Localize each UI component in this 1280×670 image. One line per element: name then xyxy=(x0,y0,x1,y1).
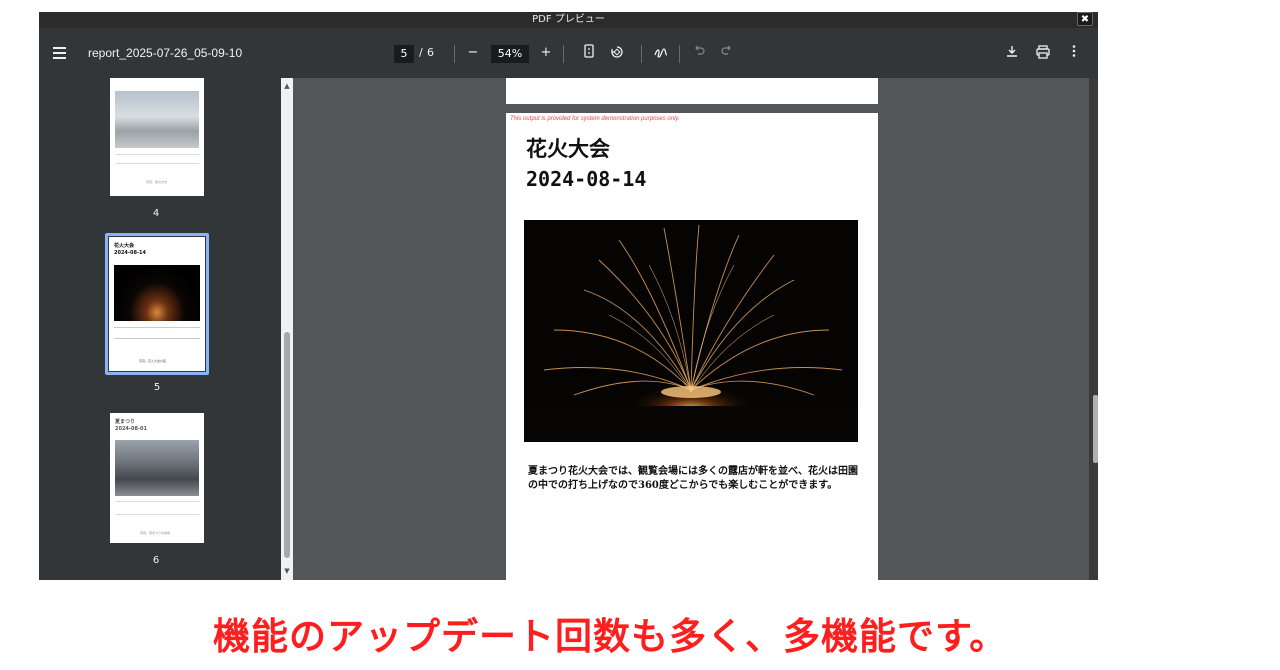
thumbnail-page-5[interactable]: 花火大会 2024-08-14 写真：花火大会の夜 xyxy=(109,237,205,371)
viewer-scrollbar-thumb[interactable] xyxy=(1093,395,1098,463)
pdf-viewer: This output is provided for system demon… xyxy=(293,78,1098,580)
thumbnail-title: 夏まつり xyxy=(115,419,136,425)
thumbnail-title: 2025-07-29 xyxy=(115,78,147,80)
rotate-icon[interactable] xyxy=(608,44,626,62)
page-body-text: 夏まつり花火大会では、観覧会場には多くの露店が軒を並べ、花火は田園の中での打ち上… xyxy=(528,466,858,491)
print-icon[interactable] xyxy=(1034,44,1052,62)
page-date: 2024-08-14 xyxy=(526,167,647,191)
more-vert-icon[interactable] xyxy=(1065,44,1083,62)
total-pages: 6 xyxy=(427,46,434,59)
pdf-preview-window: PDF プレビュー report_2025-07-26_05-09-10 5 /… xyxy=(39,12,1098,580)
viewer-scrollbar[interactable] xyxy=(1089,78,1098,580)
thumbnail-number: 4 xyxy=(152,208,160,219)
previous-page xyxy=(506,78,878,104)
watermark-text: This output is provided for system demon… xyxy=(510,116,680,122)
thumbnail-date: 2024-08-01 xyxy=(115,426,147,432)
window-title: PDF プレビュー xyxy=(39,12,1098,28)
download-icon[interactable] xyxy=(1003,44,1021,62)
thumbnail-text xyxy=(115,154,199,164)
page-number-input[interactable]: 5 xyxy=(394,45,414,63)
toolbar-divider xyxy=(454,45,455,63)
current-page: This output is provided for system demon… xyxy=(506,113,878,580)
undo-icon[interactable] xyxy=(690,44,708,62)
thumbnail-footer: 写真：夏まつりの会場 xyxy=(140,531,171,535)
thumbnail-photo xyxy=(115,440,199,496)
zoom-in-button[interactable]: + xyxy=(537,44,555,62)
caption-text: 機能のアップデート回数も多く、多機能です。 xyxy=(213,615,1008,658)
thumbnail-date: 2024-08-14 xyxy=(114,250,146,256)
thumbnail-photo xyxy=(115,91,199,148)
toolbar-divider xyxy=(563,45,564,63)
thumbnail-text xyxy=(115,501,199,515)
thumbnail-footer: 写真：夏の夕方 xyxy=(146,180,168,184)
zoom-input[interactable]: 54% xyxy=(491,45,529,63)
thumbnail-sidebar: 2025-07-29 写真：夏の夕方 4 花火大会 2024-08-14 写真：… xyxy=(39,78,281,580)
thumbnail-number: 5 xyxy=(153,382,161,393)
thumbnail-photo xyxy=(114,265,200,321)
page-separator: / xyxy=(419,46,423,59)
toolbar-divider xyxy=(641,45,642,63)
scroll-down-icon[interactable]: ▼ xyxy=(283,567,291,575)
toolbar-divider xyxy=(679,45,680,63)
thumbnail-text xyxy=(114,327,200,339)
page-title: 花火大会 xyxy=(526,137,610,161)
thumbnail-footer: 写真：花火大会の夜 xyxy=(139,359,167,363)
close-button[interactable]: ✖ xyxy=(1077,12,1093,26)
document-title: report_2025-07-26_05-09-10 xyxy=(88,46,243,60)
thumbnail-number: 6 xyxy=(152,555,160,566)
zoom-out-button[interactable]: − xyxy=(464,44,482,62)
fit-page-icon[interactable] xyxy=(580,44,598,62)
thumbnail-title: 花火大会 xyxy=(114,243,135,249)
sidebar-scrollbar-thumb[interactable] xyxy=(284,332,290,558)
thumbnail-page-4[interactable]: 2025-07-29 写真：夏の夕方 xyxy=(110,78,204,196)
annotate-icon[interactable] xyxy=(652,44,670,62)
menu-icon[interactable] xyxy=(53,28,69,78)
fireworks-photo xyxy=(524,220,858,442)
thumbnail-page-6[interactable]: 夏まつり 2024-08-01 写真：夏まつりの会場 xyxy=(110,413,204,543)
scroll-up-icon[interactable]: ▲ xyxy=(283,82,291,90)
pdf-toolbar: report_2025-07-26_05-09-10 5 / 6 − 54% + xyxy=(39,28,1098,78)
redo-icon[interactable] xyxy=(718,44,736,62)
